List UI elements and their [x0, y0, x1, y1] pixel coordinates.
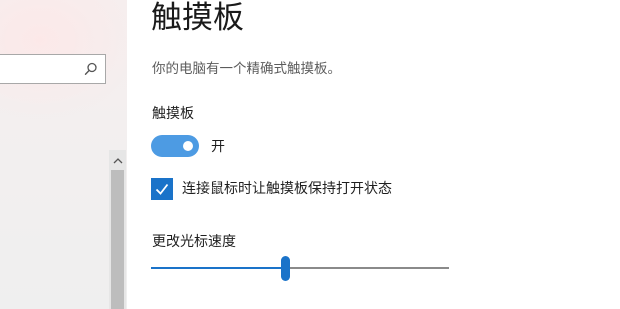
slider-thumb[interactable] [281, 256, 290, 281]
touchpad-section-label: 触摸板 [152, 106, 194, 122]
toggle-state-label: 开 [211, 139, 225, 155]
toggle-knob [183, 141, 193, 151]
checkmark-icon [155, 183, 169, 195]
navigation-pane [0, 0, 127, 309]
nav-scrollbar[interactable] [109, 150, 126, 309]
slider-fill [151, 267, 285, 269]
scroll-up-button[interactable] [109, 154, 126, 168]
keep-touchpad-on-label: 连接鼠标时让触摸板保持打开状态 [182, 181, 392, 197]
keep-touchpad-on-checkbox[interactable] [151, 178, 173, 200]
scrollbar-thumb[interactable] [111, 170, 124, 309]
search-box[interactable] [0, 54, 106, 84]
keep-touchpad-on-option[interactable]: 连接鼠标时让触摸板保持打开状态 [151, 178, 392, 200]
page-description: 你的电脑有一个精确式触摸板。 [152, 61, 341, 77]
search-icon[interactable] [84, 62, 98, 76]
cursor-speed-label: 更改光标速度 [152, 234, 236, 250]
chevron-up-icon [113, 158, 122, 164]
page-title: 触摸板 [151, 0, 244, 36]
cursor-speed-slider[interactable] [151, 254, 449, 282]
search-input[interactable] [0, 55, 91, 83]
touchpad-toggle[interactable] [151, 135, 199, 157]
